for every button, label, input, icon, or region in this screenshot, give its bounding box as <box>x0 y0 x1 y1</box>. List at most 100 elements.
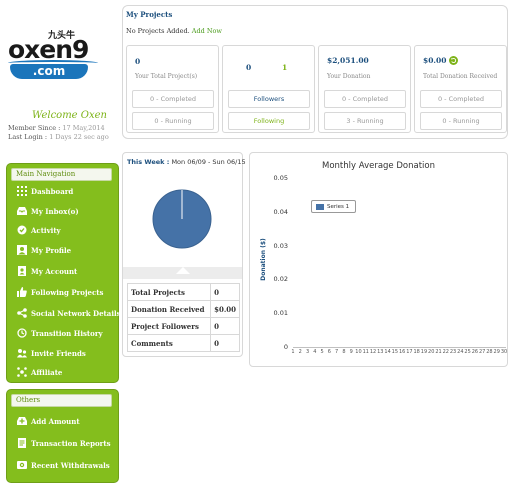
report-icon <box>18 438 26 448</box>
y-tick-label: 0.02 <box>273 275 288 284</box>
nav-following-projects-label: Following Projects <box>31 287 104 297</box>
following-count: 1 <box>282 63 288 72</box>
nav-my-inbox[interactable]: My Inbox(o) <box>17 204 79 218</box>
nav-affiliate[interactable]: Affiliate <box>17 365 62 379</box>
chart-title: Monthly Average Donation <box>322 161 435 171</box>
y-tick-label: 0.05 <box>273 174 288 182</box>
activity-icon <box>17 225 27 235</box>
table-row: Project Followers 0 <box>126 317 240 335</box>
followers-button[interactable]: Followers <box>228 90 310 108</box>
member-since-value: 17 May,2014 <box>62 124 105 132</box>
account-icon <box>18 266 26 276</box>
stat-label: Total Projects <box>126 283 212 301</box>
followers-card: 0 1 Followers Following <box>222 45 315 133</box>
nav-activity-label: Activity <box>31 225 61 235</box>
others-panel: Others Add Amount Transaction Reports Re… <box>6 389 119 483</box>
following-button[interactable]: Following <box>228 112 310 130</box>
logo-chinese-text: 九头牛 <box>48 31 76 41</box>
week-stats-table: Total Projects 0 Donation Received $0.00 P… <box>126 283 240 352</box>
nav-my-account-label: My Account <box>31 266 78 276</box>
stat-label: Donation Received <box>126 300 212 318</box>
nav-transition-history-label: Transition History <box>31 328 103 338</box>
stat-label: Comments <box>126 334 212 352</box>
last-login-value: 1 Days 22 sec ago <box>49 133 109 141</box>
main-navigation-title: Main Navigation <box>11 168 112 181</box>
nav-transaction-reports[interactable]: Transaction Reports <box>17 436 111 450</box>
this-week-range: Mon 06/09 - Sun 06/15 <box>171 158 246 166</box>
affiliate-icon <box>17 367 27 377</box>
stat-value: $0.00 <box>210 300 240 318</box>
donation-received-label: Total Donation Received <box>423 73 498 80</box>
x-tick-label: 30 <box>500 349 508 355</box>
received-running-box[interactable]: 0 - Running <box>420 112 502 130</box>
stat-value: 0 <box>210 334 240 352</box>
last-login-label: Last Login : <box>8 133 48 141</box>
inbox-icon <box>17 207 27 215</box>
donation-received-row: $0.00 <box>423 56 458 65</box>
table-row: Comments 0 <box>126 334 240 352</box>
legend-swatch <box>316 203 324 210</box>
member-since-label: Member Since : <box>8 124 61 132</box>
nav-invite-friends[interactable]: Invite Friends <box>17 346 86 360</box>
week-divider-notch <box>176 267 190 274</box>
nav-my-inbox-label: My Inbox(o) <box>31 206 79 216</box>
last-login: Last Login : 1 Days 22 sec ago <box>8 133 109 141</box>
legend-series-name: Series 1 <box>327 203 350 210</box>
total-projects-label: Your Total Project(s) <box>135 73 198 80</box>
nav-activity[interactable]: Activity <box>17 223 61 237</box>
member-since: Member Since : 17 May,2014 <box>8 124 105 132</box>
your-donation-label: Your Donation <box>327 73 371 80</box>
no-projects-text: No Projects Added. <box>126 27 190 35</box>
add-now-link[interactable]: Add Now <box>192 27 222 35</box>
oxen9-logo[interactable]: oxen9 九头牛 .com <box>8 30 100 82</box>
stat-value: 0 <box>210 283 240 301</box>
dashboard-icon <box>17 186 27 196</box>
nav-add-amount-label: Add Amount <box>31 416 80 426</box>
nav-following-projects[interactable]: Following Projects <box>17 285 103 299</box>
nav-transition-history[interactable]: Transition History <box>17 326 103 340</box>
y-tick-label: 0 <box>283 343 288 351</box>
nav-my-profile[interactable]: My Profile <box>17 243 71 257</box>
received-completed-box[interactable]: 0 - Completed <box>420 90 502 108</box>
refresh-icon[interactable] <box>448 56 458 65</box>
others-title: Others <box>11 394 112 407</box>
chart-x-axis-line <box>293 347 506 348</box>
this-week-header: This Week : Mon 06/09 - Sun 06/15 <box>127 158 246 166</box>
profile-icon <box>17 245 27 255</box>
main-navigation-panel: Main Navigation Dashboard My Inbox(o) Ac… <box>6 163 121 383</box>
nav-recent-withdrawals[interactable]: Recent Withdrawals <box>17 458 110 472</box>
nav-add-amount[interactable]: Add Amount <box>17 414 80 428</box>
history-icon <box>17 328 27 338</box>
nav-invite-friends-label: Invite Friends <box>31 348 86 358</box>
withdrawal-icon <box>17 461 27 469</box>
stat-label: Project Followers <box>126 317 212 335</box>
invite-friends-icon <box>17 349 27 358</box>
logo-domain-text: .com <box>10 64 88 79</box>
nav-social-network-details[interactable]: Social Network Details <box>17 306 121 320</box>
nav-social-network-details-label: Social Network Details <box>31 308 121 318</box>
y-tick-label: 0.03 <box>273 241 288 250</box>
donation-running-box[interactable]: 3 - Running <box>324 112 406 130</box>
no-projects-message: No Projects Added. Add Now <box>126 27 222 35</box>
monthly-donation-chart-panel <box>249 152 508 367</box>
donation-received-card: $0.00 Total Donation Received 0 - Comple… <box>414 45 507 133</box>
donation-completed-box[interactable]: 0 - Completed <box>324 90 406 108</box>
projects-completed-box[interactable]: 0 - Completed <box>132 90 214 108</box>
donation-received-value: $0.00 <box>423 56 447 65</box>
nav-dashboard-label: Dashboard <box>31 186 74 196</box>
total-projects-value: 0 <box>135 57 141 66</box>
your-donation-card: $2,051.00 Your Donation 0 - Completed 3 … <box>318 45 411 133</box>
nav-dashboard[interactable]: Dashboard <box>17 184 73 198</box>
welcome-text: Welcome Oxen <box>32 110 107 121</box>
nav-my-account[interactable]: My Account <box>17 264 77 278</box>
nav-affiliate-label: Affiliate <box>31 367 63 377</box>
week-pie-chart <box>152 189 212 249</box>
this-week-label: This Week : <box>127 158 170 166</box>
chart-legend[interactable]: Series 1 <box>311 200 356 213</box>
social-icon <box>17 308 27 318</box>
projects-running-box[interactable]: 0 - Running <box>132 112 214 130</box>
chart-y-axis-label: Donation ($) <box>259 238 267 281</box>
my-projects-title: My Projects <box>126 10 173 19</box>
thumbs-up-icon <box>17 287 27 297</box>
nav-transaction-reports-label: Transaction Reports <box>31 438 111 448</box>
